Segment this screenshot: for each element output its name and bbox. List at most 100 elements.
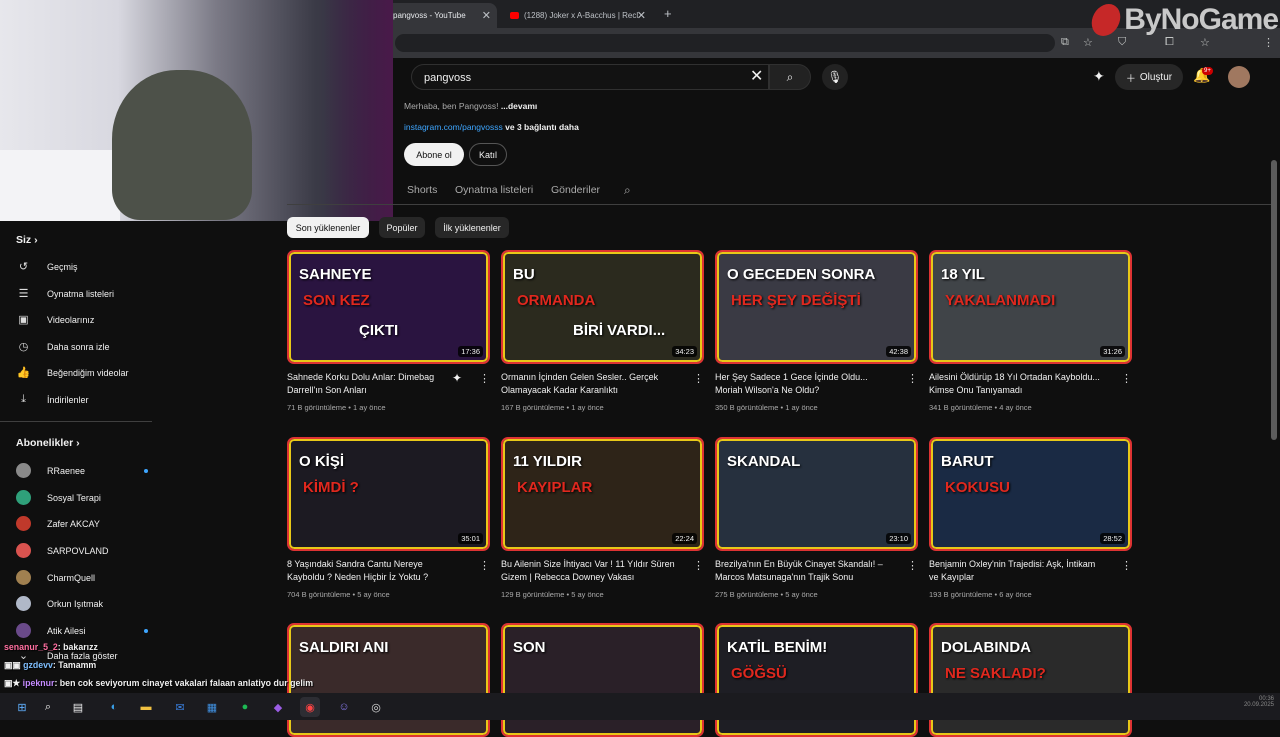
new-tab-button[interactable]: +	[664, 6, 672, 21]
channel-search-icon[interactable]: ⌕	[624, 183, 631, 198]
search-button[interactable]: ⌕	[769, 64, 811, 90]
sidebar-you-header[interactable]: Siz ›	[16, 234, 38, 246]
sidebar-sub-rraenee[interactable]: RRaenee	[16, 463, 148, 478]
video-thumbnail[interactable]: BU ORMANDA BİRİ VARDI... 34:23	[501, 250, 704, 364]
thumbnail-text: SON KEZ	[303, 292, 370, 309]
more-link[interactable]: ...devamı	[501, 101, 537, 111]
sidebar-subs-header[interactable]: Abonelikler ›	[16, 437, 80, 449]
video-thumbnail[interactable]: BARUT KOKUSU 28:52	[929, 437, 1132, 551]
video-title[interactable]: Benjamin Oxley'nin Trajedisi: Aşk, İntik…	[929, 558, 1104, 584]
video-thumbnail[interactable]: SAHNEYE SON KEZ ÇIKTI 17:36	[287, 250, 490, 364]
chat-text: : ben cok seviyorum cinayet vakalari fal…	[54, 678, 314, 688]
chip-oldest[interactable]: İlk yüklenenler	[435, 217, 509, 238]
thumbnail-text: 18 YIL	[941, 266, 985, 283]
like-icon: 👍	[16, 367, 31, 379]
sidebar-sub-atik[interactable]: Atik Ailesi	[16, 623, 148, 638]
video-thumbnail[interactable]: O KİŞİ KİMDİ ? 35:01	[287, 437, 490, 551]
close-icon[interactable]: ✕	[482, 9, 491, 22]
video-thumbnail[interactable]: O GECEDEN SONRA HER ŞEY DEĞİŞTİ 42:38	[715, 250, 918, 364]
start-icon[interactable]: ⊞	[12, 697, 32, 717]
app-icon[interactable]: ◆	[268, 697, 288, 717]
sidebar-item-label: Videolarınız	[47, 314, 95, 325]
video-title[interactable]: Ailesini Öldürüp 18 Yıl Ortadan Kayboldu…	[929, 371, 1104, 397]
search-icon[interactable]: ⌕	[38, 697, 58, 717]
video-meta: 704 B görüntüleme • 5 ay önce	[287, 590, 390, 599]
clock[interactable]: 00:36 20.09.2025	[1234, 696, 1274, 708]
voice-search-button[interactable]: 🎙	[822, 64, 848, 90]
sidebar-item-liked[interactable]: 👍 Beğendiğim videolar	[16, 366, 146, 379]
tab-posts[interactable]: Gönderiler	[551, 184, 600, 196]
close-icon[interactable]: ✕	[637, 9, 646, 22]
sidebar-item-watch-later[interactable]: ◷ Daha sonra izle	[16, 340, 146, 353]
upload-age: 4 ay önce	[999, 403, 1032, 412]
video-title[interactable]: Brezilya'nın En Büyük Cinayet Skandalı! …	[715, 558, 890, 584]
video-thumbnail[interactable]: 18 YIL YAKALANMADI 31:26	[929, 250, 1132, 364]
store-icon[interactable]: ▦	[202, 697, 222, 717]
video-title[interactable]: Sahnede Korku Dolu Anlar: Dimebag Darrel…	[287, 371, 462, 397]
sparkle-icon[interactable]: ✦	[1093, 68, 1105, 85]
video-thumbnail[interactable]: 11 YILDIR KAYIPLAR 22:24	[501, 437, 704, 551]
more-options-icon[interactable]: ⋮	[1121, 372, 1132, 385]
sidebar-sub-zafer[interactable]: Zafer AKCAY	[16, 516, 146, 531]
sidebar-sub-charmquell[interactable]: CharmQuell	[16, 570, 146, 585]
sidebar-item-your-videos[interactable]: ▣ Videolarınız	[16, 313, 146, 326]
sidebar-sub-sarpovland[interactable]: SARPOVLAND	[16, 543, 146, 558]
chat-message: senanur_5_2: bakarızz	[4, 642, 98, 652]
thumbnail-text: O GECEDEN SONRA	[727, 266, 876, 283]
channel-avatar	[16, 596, 31, 611]
chrome-icon[interactable]: ◉	[300, 697, 320, 717]
video-title[interactable]: Bu Ailenin Size İhtiyacı Var ! 11 Yıldır…	[501, 558, 676, 584]
more-options-icon[interactable]: ⋮	[907, 372, 918, 385]
video-duration: 22:24	[672, 533, 697, 544]
chip-latest[interactable]: Son yüklenenler	[287, 217, 369, 238]
more-options-icon[interactable]: ⋮	[907, 559, 918, 572]
sidebar-item-history[interactable]: ↺ Geçmiş	[16, 260, 146, 273]
video-title[interactable]: Her Şey Sadece 1 Gece İçinde Oldu... Mor…	[715, 371, 890, 397]
channel-avatar	[16, 490, 31, 505]
edge-icon[interactable]: ◐	[104, 697, 124, 717]
video-title[interactable]: Ormanın İçinden Gelen Sesler.. Gerçek Ol…	[501, 371, 676, 397]
sidebar-item-label: Geçmiş	[47, 261, 78, 272]
instagram-link[interactable]: instagram.com/pangvosss	[404, 122, 503, 132]
video-thumbnail[interactable]: SKANDAL 23:10	[715, 437, 918, 551]
tab-playlists[interactable]: Oynatma listeleri	[455, 184, 533, 196]
clear-search-icon[interactable]: ✕	[750, 66, 763, 86]
tab-shorts[interactable]: Shorts	[407, 184, 437, 196]
more-options-icon[interactable]: ⋮	[693, 372, 704, 385]
clock-date: 20.09.2025	[1243, 702, 1274, 708]
video-meta: 71 B görüntüleme • 1 ay önce	[287, 403, 386, 412]
channel-description[interactable]: Merhaba, ben Pangvoss! ...devamı	[404, 101, 537, 111]
more-options-icon[interactable]: ⋮	[1121, 559, 1132, 572]
create-button[interactable]: ＋ Oluştur	[1115, 64, 1183, 90]
scrollbar[interactable]	[1271, 160, 1277, 440]
obs-icon[interactable]: ◎	[366, 697, 386, 717]
file-explorer-icon[interactable]: ▬	[136, 697, 156, 717]
more-options-icon[interactable]: ⋮	[693, 559, 704, 572]
more-options-icon[interactable]: ⋮	[479, 372, 490, 385]
more-links[interactable]: ve 3 bağlantı daha	[505, 122, 579, 132]
video-duration: 35:01	[458, 533, 483, 544]
search-input[interactable]: pangvoss	[411, 64, 769, 90]
join-button[interactable]: Katıl	[469, 143, 507, 166]
view-count: 167 B görüntüleme	[501, 403, 565, 412]
sidebar-sub-orkun[interactable]: Orkun Işıtmak	[16, 596, 146, 611]
avatar[interactable]	[1228, 66, 1250, 88]
sidebar-item-playlists[interactable]: ☰ Oynatma listeleri	[16, 287, 146, 300]
more-options-icon[interactable]: ⋮	[479, 559, 490, 572]
browser-tab-youtube[interactable]: pangvoss - YouTube ✕	[385, 3, 497, 28]
spotify-icon[interactable]: ●	[235, 697, 255, 717]
subscribe-button[interactable]: Abone ol	[404, 143, 464, 166]
video-title[interactable]: 8 Yaşındaki Sandra Cantu Nereye Kayboldu…	[287, 558, 462, 584]
sidebar-item-downloads[interactable]: ⤓ İndirilenler	[16, 393, 146, 406]
sidebar-sub-sosyal-terapi[interactable]: Sosyal Terapi	[16, 490, 146, 505]
address-bar[interactable]	[395, 34, 1055, 52]
discord-icon[interactable]: ☺	[334, 697, 354, 717]
sparkle-icon[interactable]: ✦	[452, 371, 462, 385]
upload-age: 1 ay önce	[571, 403, 604, 412]
cast-icon[interactable]: ⧉	[1061, 36, 1069, 49]
task-view-icon[interactable]: ▤	[68, 697, 88, 717]
browser-tab-music[interactable]: (1288) Joker x A-Bacchus | Recl ✕	[502, 3, 652, 28]
outlook-icon[interactable]: ✉	[170, 697, 190, 717]
view-count: 193 B görüntüleme	[929, 590, 993, 599]
chip-popular[interactable]: Popüler	[379, 217, 425, 238]
